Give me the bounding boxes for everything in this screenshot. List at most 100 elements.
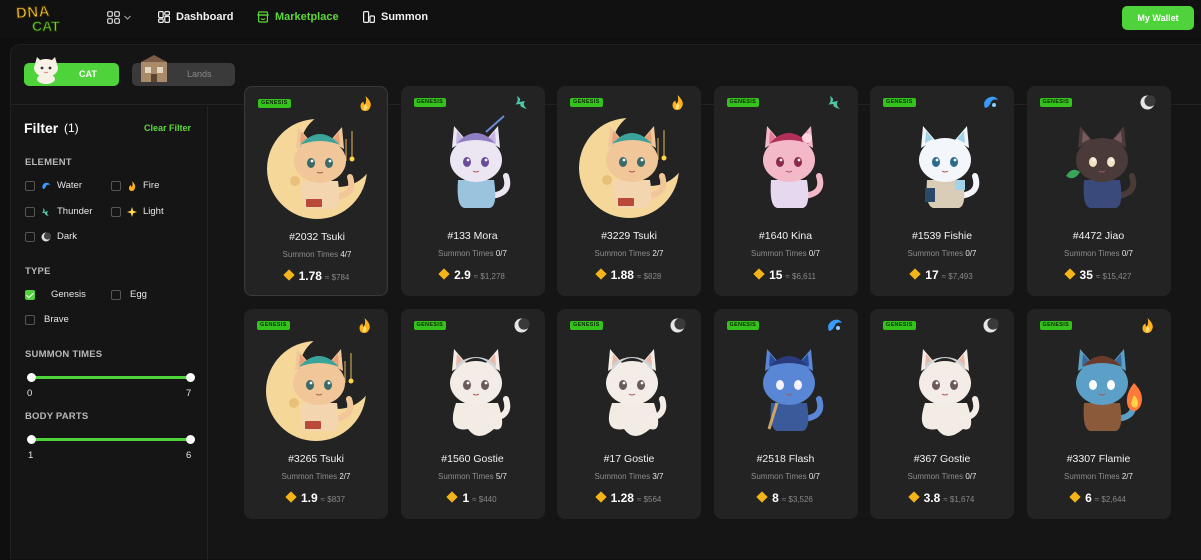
cat-card[interactable]: GENESIS #4472 Jiao Summon Times 0/7 35 ≈ $15… bbox=[1026, 86, 1171, 296]
summon-max-handle[interactable] bbox=[186, 373, 195, 382]
filter-thunder-label: Thunder bbox=[57, 206, 93, 217]
light-checkbox[interactable] bbox=[111, 206, 121, 217]
tab-lands[interactable]: Lands bbox=[132, 55, 235, 86]
cat-card[interactable]: GENESIS #2032 Tsuki Summon Times 4/7 1.78 ≈ … bbox=[244, 86, 388, 296]
clear-filter-link[interactable]: Clear Filter bbox=[144, 123, 191, 133]
summon-times-label: Summon Times bbox=[594, 472, 651, 481]
cat-name: #367 Gostie bbox=[913, 453, 971, 465]
cat-card[interactable]: GENESIS #133 Mora Summon Times 0/7 2.9 ≈ $1,… bbox=[400, 86, 545, 296]
price-value: 1.9 bbox=[300, 491, 318, 505]
cat-card[interactable]: GENESIS #3229 Tsuki Summon Times 2/7 1.88 ≈ … bbox=[557, 86, 701, 296]
dark-checkbox[interactable] bbox=[25, 231, 35, 242]
genesis-checkbox[interactable] bbox=[25, 289, 35, 300]
genesis-badge: GENESIS bbox=[257, 321, 290, 330]
filter-title: Filter bbox=[24, 120, 59, 136]
summon-min-handle[interactable] bbox=[27, 373, 36, 382]
price-row: 1.88 ≈ $828 bbox=[557, 268, 701, 282]
cat-artwork bbox=[729, 110, 843, 222]
apps-menu-button[interactable] bbox=[107, 11, 131, 24]
nav-summon[interactable]: Summon bbox=[363, 11, 428, 23]
cat-card[interactable]: GENESIS #1640 Kina Summon Times 0/7 15 ≈ $6,… bbox=[713, 86, 858, 296]
element-section-label: ELEMENT bbox=[25, 157, 72, 168]
cat-artwork bbox=[416, 110, 530, 222]
brave-checkbox[interactable] bbox=[25, 314, 35, 325]
thunder-checkbox[interactable] bbox=[25, 206, 35, 217]
genesis-badge: GENESIS bbox=[883, 321, 916, 330]
tab-lands-label: Lands bbox=[187, 69, 212, 79]
body-parts-slider[interactable] bbox=[27, 435, 195, 444]
genesis-badge: GENESIS bbox=[883, 98, 916, 107]
summon-times: Summon Times 0/7 bbox=[870, 472, 1014, 481]
genesis-badge: GENESIS bbox=[1039, 98, 1073, 107]
cat-card[interactable]: GENESIS #17 Gostie Summon Times 3/7 1.28 ≈ $… bbox=[557, 309, 701, 519]
cat-card[interactable]: GENESIS #2518 Flash Summon Times 0/7 8 ≈ $3,… bbox=[713, 309, 858, 519]
price-value: 17 bbox=[925, 268, 939, 282]
bnb-coin-icon bbox=[446, 491, 459, 503]
price-row: 1.78 ≈ $784 bbox=[245, 269, 389, 283]
cat-card[interactable]: GENESIS #367 Gostie Summon Times 0/7 3.8 ≈ $… bbox=[870, 309, 1014, 519]
filter-egg-label: Egg bbox=[130, 289, 147, 300]
filter-genesis[interactable]: Genesis bbox=[25, 289, 86, 300]
nav-dashboard[interactable]: Dashboard bbox=[158, 11, 233, 23]
summon-times-label: SUMMON TIMES bbox=[25, 349, 103, 360]
fire-icon bbox=[669, 94, 686, 111]
cat-artwork bbox=[260, 111, 376, 223]
summon-min-value: 0 bbox=[27, 388, 33, 399]
summon-times-label: Summon Times bbox=[907, 472, 964, 481]
usd-value: ≈ $1,278 bbox=[473, 272, 505, 281]
filter-brave[interactable]: Brave bbox=[25, 314, 69, 325]
cat-card[interactable]: GENESIS #3307 Flamie Summon Times 2/7 6 ≈ $2… bbox=[1026, 309, 1171, 519]
usd-value: ≈ $440 bbox=[472, 495, 497, 504]
nav-dashboard-label: Dashboard bbox=[176, 11, 234, 23]
egg-checkbox[interactable] bbox=[111, 289, 121, 300]
nav-marketplace-label: Marketplace bbox=[275, 11, 339, 23]
summon-times: Summon Times 0/7 bbox=[401, 249, 545, 258]
price-value: 3.8 bbox=[923, 491, 941, 505]
fire-checkbox[interactable] bbox=[111, 180, 121, 191]
genesis-badge: GENESIS bbox=[413, 321, 447, 330]
cat-card[interactable]: GENESIS #1560 Gostie Summon Times 5/7 1 ≈ $4… bbox=[400, 309, 545, 519]
thunder-icon bbox=[42, 207, 49, 216]
dashboard-icon bbox=[158, 11, 170, 23]
filter-fire[interactable]: Fire bbox=[111, 180, 159, 191]
cat-artwork bbox=[572, 110, 688, 222]
body-min-handle[interactable] bbox=[27, 435, 36, 444]
filter-water[interactable]: Water bbox=[25, 180, 82, 191]
summon-times-label: Summon Times bbox=[438, 472, 494, 481]
summon-max-value: 7 bbox=[186, 388, 192, 399]
summon-times-label: Summon Times bbox=[907, 249, 964, 258]
type-section-label: TYPE bbox=[25, 266, 51, 277]
nav-marketplace[interactable]: Marketplace bbox=[257, 11, 339, 23]
genesis-badge: GENESIS bbox=[570, 321, 603, 330]
usd-value: ≈ $1,674 bbox=[943, 495, 975, 504]
dnacat-logo[interactable]: DNA CAT bbox=[10, 2, 76, 34]
cat-artwork bbox=[416, 333, 530, 445]
price-row: 1.9 ≈ $837 bbox=[244, 491, 388, 505]
my-wallet-button[interactable]: My Wallet bbox=[1122, 6, 1194, 30]
genesis-badge: GENESIS bbox=[1039, 321, 1073, 330]
body-max-handle[interactable] bbox=[186, 435, 195, 444]
cat-artwork bbox=[729, 333, 843, 445]
apps-grid-icon bbox=[107, 11, 120, 24]
water-icon bbox=[42, 182, 50, 189]
water-checkbox[interactable] bbox=[25, 180, 35, 191]
filter-thunder[interactable]: Thunder bbox=[25, 206, 92, 217]
fire-icon bbox=[356, 317, 373, 334]
usd-value: ≈ $15,427 bbox=[1095, 272, 1132, 281]
cat-name: #4472 Jiao bbox=[1072, 230, 1125, 242]
price-row: 3.8 ≈ $1,674 bbox=[870, 491, 1014, 505]
summon-times: Summon Times 0/7 bbox=[714, 472, 858, 481]
summon-times-slider[interactable] bbox=[27, 373, 195, 382]
filter-egg[interactable]: Egg bbox=[111, 289, 147, 300]
dark-icon bbox=[669, 317, 686, 334]
filter-light[interactable]: Light bbox=[111, 206, 164, 217]
summon-times-value: 0/7 bbox=[808, 249, 820, 258]
cat-card[interactable]: GENESIS #1539 Fishie Summon Times 0/7 17 ≈ $… bbox=[870, 86, 1014, 296]
price-row: 1 ≈ $440 bbox=[401, 491, 545, 505]
top-navbar: DNA CAT Dashboard Marketplace Summon My … bbox=[0, 0, 1201, 38]
tab-cat[interactable]: CAT bbox=[24, 57, 119, 86]
bnb-coin-icon bbox=[1063, 268, 1076, 280]
filter-dark[interactable]: Dark bbox=[25, 231, 77, 242]
price-row: 2.9 ≈ $1,278 bbox=[401, 268, 545, 282]
cat-card[interactable]: GENESIS #3265 Tsuki Summon Times 2/7 1.9 ≈ $… bbox=[244, 309, 388, 519]
